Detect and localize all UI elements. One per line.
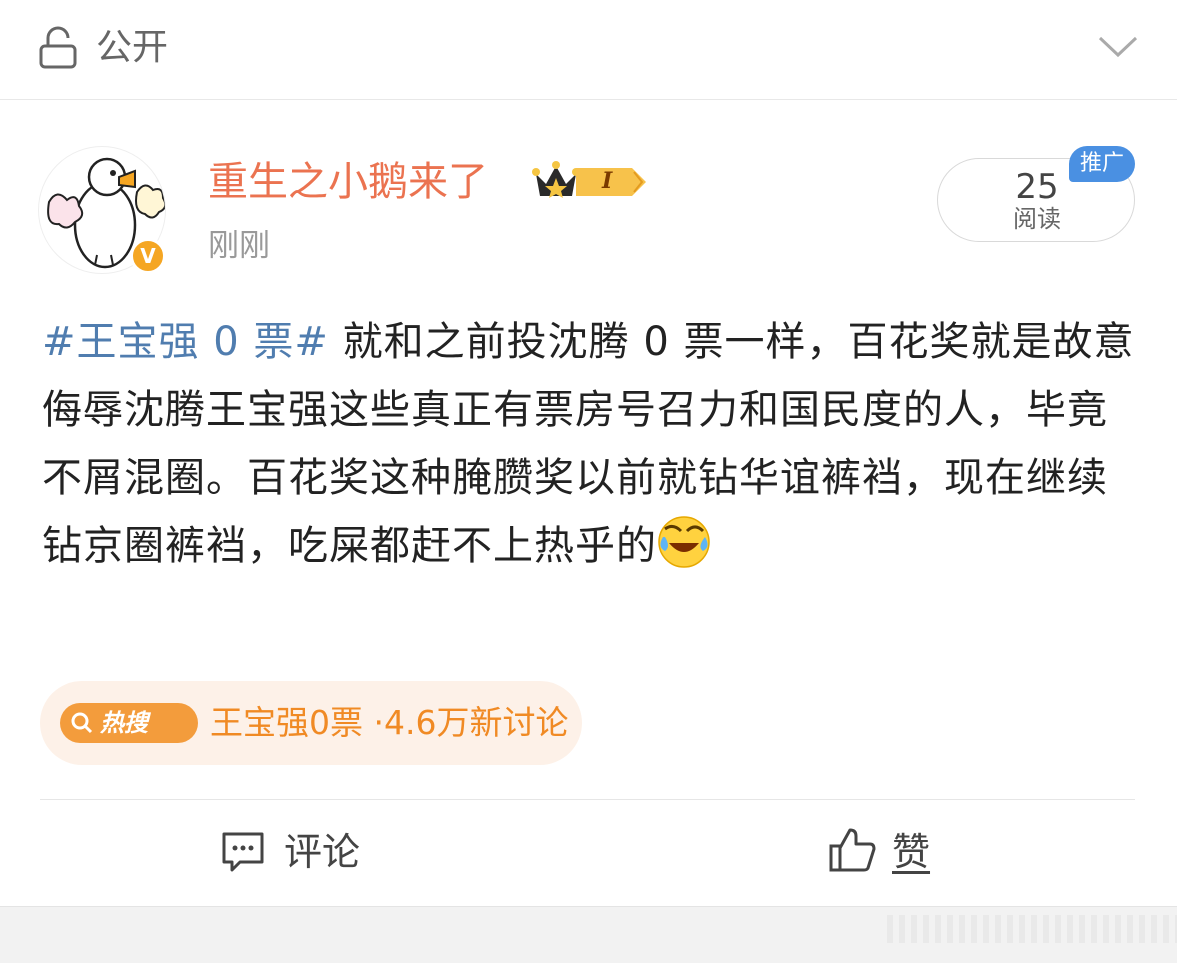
hot-search-topic: 王宝强0票 (210, 703, 363, 742)
like-label: 赞 (892, 830, 931, 874)
hot-search-discussion: 4.6万新讨论 (384, 703, 569, 742)
read-label: 阅读 (1013, 205, 1061, 233)
hot-search-pill[interactable]: 热搜 王宝强0票 ·4.6万新讨论 (40, 681, 582, 765)
crown-icon (532, 161, 580, 198)
footer-bar (0, 906, 1177, 963)
visibility-bar: 公开 (0, 0, 1177, 100)
verified-badge: V (130, 238, 166, 274)
laugh-cry-emoji (658, 516, 710, 568)
promo-tag[interactable]: 推广 (1069, 146, 1135, 182)
divider (40, 799, 1135, 800)
visibility-label: 公开 (96, 27, 169, 68)
hot-search-separator: · (373, 703, 385, 742)
hot-search-tag-label: 热搜 (100, 709, 148, 737)
member-level-badge[interactable]: I (576, 166, 648, 198)
lock-icon (39, 26, 77, 69)
member-level: I (602, 168, 613, 194)
like-button[interactable]: 赞 (826, 822, 946, 882)
thumbs-up-icon (829, 828, 876, 872)
post-timestamp: 刚刚 (208, 228, 270, 264)
hot-search-text: 王宝强0票 ·4.6万新讨论 (210, 701, 568, 745)
search-icon (71, 712, 93, 734)
chevron-down-icon[interactable] (1097, 30, 1139, 60)
post-body: #王宝强 0 票# 就和之前投沈腾 0 票一样，百花奖就是故意侮辱沈腾王宝强这些… (42, 308, 1142, 580)
comment-label: 评论 (284, 830, 361, 874)
footer-dots (887, 915, 1177, 943)
comment-icon (222, 832, 264, 872)
hashtag-link[interactable]: #王宝强 0 票# (42, 319, 329, 365)
author-name[interactable]: 重生之小鹅来了 (208, 156, 488, 208)
comment-button[interactable]: 评论 (218, 822, 378, 882)
hot-search-tag: 热搜 (60, 703, 198, 743)
